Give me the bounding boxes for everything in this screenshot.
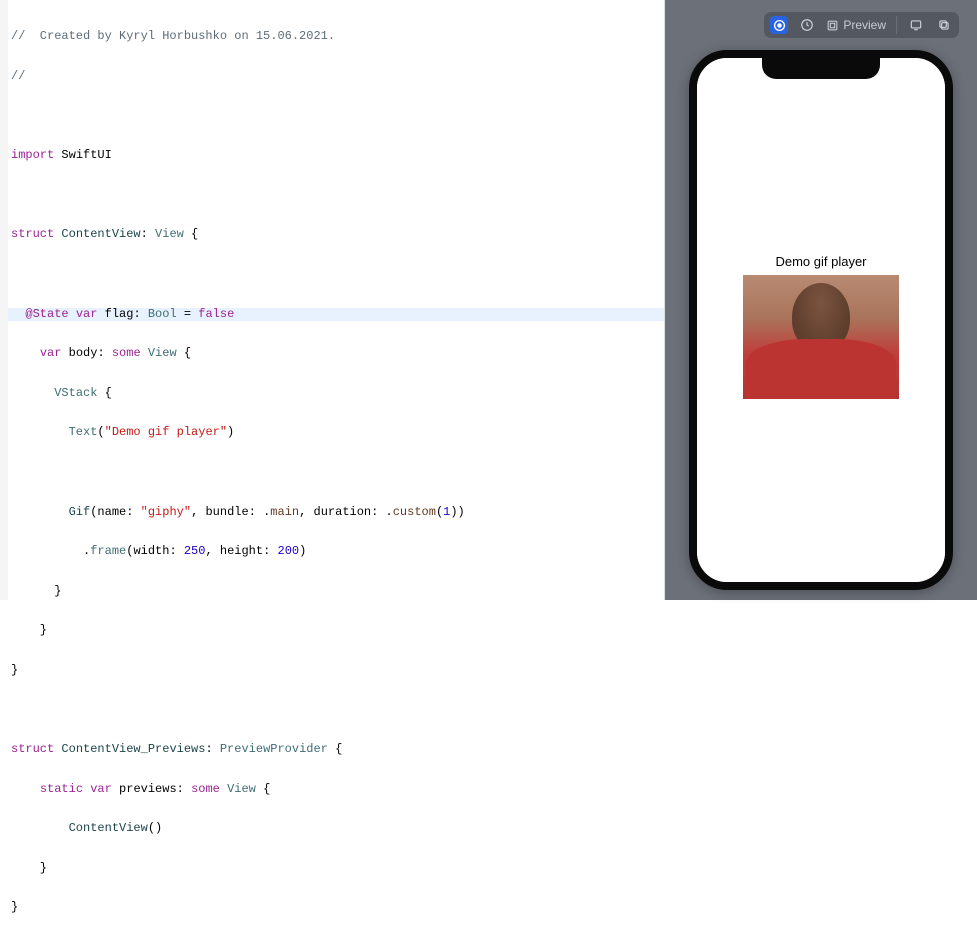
type-bool: Bool: [148, 307, 177, 321]
label-height: height: [220, 544, 263, 558]
gif-figure-body: [746, 339, 896, 399]
type-view: View: [148, 346, 177, 360]
fn-contentview: ContentView: [69, 821, 148, 835]
kw-struct: struct: [11, 742, 54, 756]
string-demo: "Demo gif player": [105, 425, 227, 439]
type-previews: ContentView_Previews: [61, 742, 205, 756]
type-view: View: [155, 227, 184, 241]
highlighted-line: @State var flag: Bool = false: [0, 308, 664, 321]
code-area[interactable]: // Created by Kyryl Horbushko on 15.06.2…: [0, 0, 664, 941]
label-name: name: [97, 505, 126, 519]
kw-var: var: [76, 307, 98, 321]
demo-title-text: Demo gif player: [775, 254, 866, 269]
type-vstack: VStack: [54, 386, 97, 400]
number-200: 200: [278, 544, 300, 558]
fn-text: Text: [69, 425, 98, 439]
number-250: 250: [184, 544, 206, 558]
import-module: SwiftUI: [61, 148, 111, 162]
duplicate-button[interactable]: [935, 16, 953, 34]
phone-screen[interactable]: Demo gif player: [697, 58, 945, 582]
kw-some: some: [112, 346, 141, 360]
preview-label-text: Preview: [843, 18, 886, 32]
code-editor-pane[interactable]: // Created by Kyryl Horbushko on 15.06.2…: [0, 0, 665, 600]
string-giphy: "giphy": [141, 505, 191, 519]
kw-static: static: [40, 782, 83, 796]
label-duration: duration: [314, 505, 372, 519]
type-contentview: ContentView: [61, 227, 140, 241]
preview-pane: Preview Demo gif player: [665, 0, 977, 600]
toolbar-divider: [896, 16, 897, 34]
type-view: View: [227, 782, 256, 796]
kw-var: var: [40, 346, 62, 360]
selectable-button[interactable]: [798, 16, 816, 34]
preview-toggle[interactable]: Preview: [826, 18, 886, 32]
device-button[interactable]: [907, 16, 925, 34]
live-preview-button[interactable]: [770, 16, 788, 34]
label-width: width: [133, 544, 169, 558]
var-body: body: [69, 346, 98, 360]
gif-image: [743, 275, 899, 399]
kw-false: false: [198, 307, 234, 321]
type-previewprovider: PreviewProvider: [220, 742, 328, 756]
member-custom: custom: [393, 505, 436, 519]
var-flag: flag: [105, 307, 134, 321]
phone-notch: [762, 57, 880, 79]
kw-some: some: [191, 782, 220, 796]
kw-struct: struct: [11, 227, 54, 241]
code-comment: // Created by Kyryl Horbushko on 15.06.2…: [11, 29, 335, 43]
fn-gif: Gif: [69, 505, 91, 519]
var-previews: previews: [119, 782, 177, 796]
preview-toolbar: Preview: [764, 12, 959, 38]
member-main: main: [270, 505, 299, 519]
attr-state: @State: [25, 307, 68, 321]
phone-simulator: Demo gif player: [689, 50, 953, 590]
code-comment: //: [11, 69, 25, 83]
kw-import: import: [11, 148, 54, 162]
kw-var: var: [90, 782, 112, 796]
editor-gutter: [0, 0, 8, 600]
label-bundle: bundle: [205, 505, 248, 519]
fn-frame: frame: [90, 544, 126, 558]
